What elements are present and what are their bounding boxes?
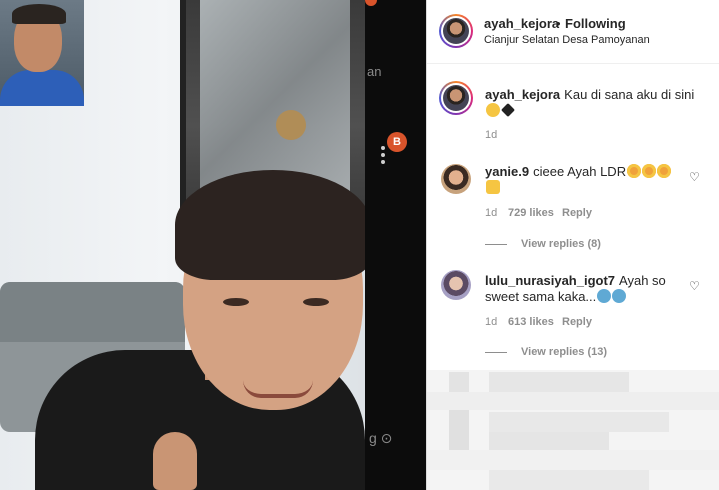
caption-text: Kau di sana aku di sini [564, 87, 695, 102]
header-separator: • [556, 16, 561, 31]
reply-button[interactable]: Reply [562, 207, 592, 219]
thumbs-up-hand [153, 432, 197, 490]
caption-username[interactable]: ayah_kejora [485, 87, 560, 102]
comment-likes[interactable]: 613 likes [508, 316, 554, 328]
more-vertical-icon[interactable] [381, 146, 387, 167]
post-username[interactable]: ayah_kejora [484, 16, 559, 31]
post-header: ayah_kejora • Following Cianjur Selatan … [427, 0, 719, 64]
comment-2: lulu_nurasiyah_igot7 Ayah so sweet sama k… [485, 273, 685, 305]
caption-age: 1d [485, 129, 498, 141]
heart-eyes-emoji-icon [657, 164, 672, 178]
comment-username[interactable]: yanie.9 [485, 164, 529, 179]
view-replies-button[interactable]: View replies (8) [485, 238, 601, 250]
laughing-emoji-icon [627, 164, 642, 178]
comment-age: 1d [485, 316, 498, 328]
avatar[interactable] [439, 14, 473, 48]
main-video-person [35, 170, 371, 490]
crying-emoji-icon [597, 289, 612, 303]
notification-dot [365, 0, 377, 6]
smile-emoji-icon [486, 103, 500, 117]
picture-in-picture-video[interactable] [0, 0, 84, 106]
media-overlay-strip: an B g ⊙ [365, 0, 426, 490]
caption: ayah_kejora Kau di sana aku di sini [485, 87, 705, 119]
heart-outline-icon[interactable]: ♡ [689, 170, 700, 184]
heart-outline-icon[interactable]: ♡ [689, 279, 700, 293]
reply-button[interactable]: Reply [562, 316, 592, 328]
overlay-text: an [367, 64, 382, 79]
comment-1: yanie.9 cieee Ayah LDR [485, 164, 685, 196]
crying-emoji-icon [612, 289, 627, 303]
pray-emoji-icon [486, 180, 500, 194]
caption-avatar[interactable] [439, 81, 473, 115]
divider [485, 351, 507, 353]
avatar[interactable] [441, 164, 471, 194]
comment-text: cieee Ayah LDR [533, 164, 627, 179]
comment-age: 1d [485, 207, 498, 219]
comment-username[interactable]: lulu_nurasiyah_igot7 [485, 273, 615, 288]
divider [485, 243, 507, 245]
black-heart-emoji-icon [501, 103, 515, 117]
following-button[interactable]: Following [565, 16, 626, 31]
post-media[interactable]: an B g ⊙ [0, 0, 426, 490]
medal [276, 110, 306, 140]
heart-eyes-emoji-icon [642, 164, 657, 178]
view-replies-button[interactable]: View replies (13) [485, 346, 607, 358]
location-pin-icon[interactable]: g ⊙ [369, 430, 392, 447]
comments-panel: ayah_kejora • Following Cianjur Selatan … [426, 0, 719, 490]
avatar[interactable] [441, 270, 471, 300]
pixelated-region [427, 370, 719, 490]
post-location[interactable]: Cianjur Selatan Desa Pamoyanan [484, 34, 650, 46]
comment-likes[interactable]: 729 likes [508, 207, 554, 219]
avatar-badge[interactable]: B [387, 132, 407, 152]
